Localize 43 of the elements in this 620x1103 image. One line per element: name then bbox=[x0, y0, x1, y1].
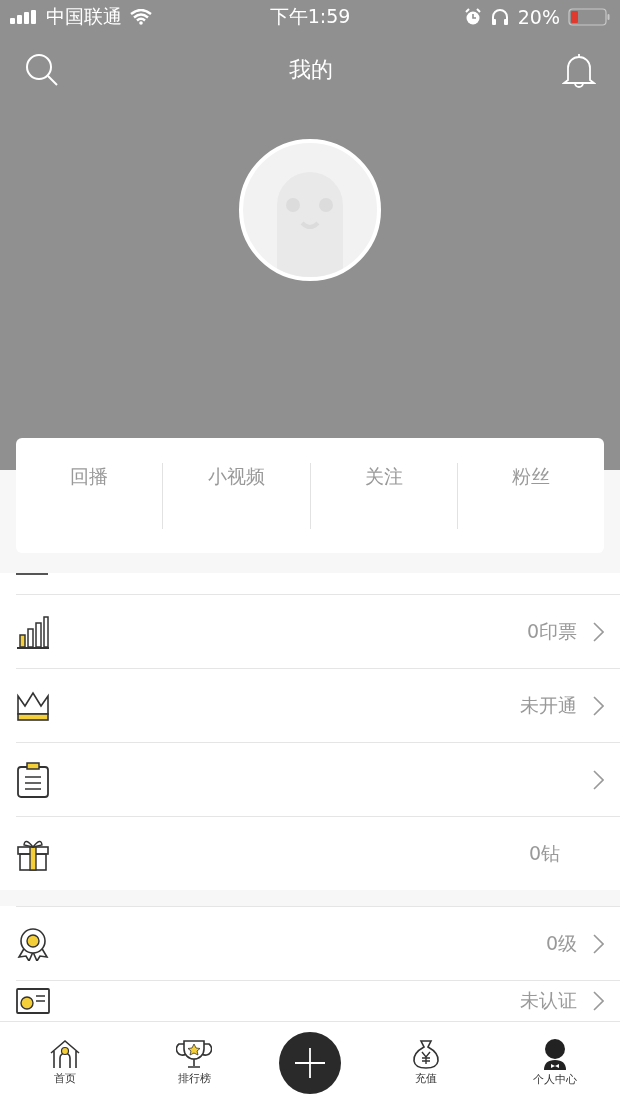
medal-icon bbox=[16, 926, 50, 961]
trophy-icon bbox=[176, 1039, 213, 1069]
search-icon[interactable] bbox=[24, 52, 60, 88]
tab-item[interactable]: 排行榜 bbox=[149, 1039, 240, 1086]
tab-item[interactable]: 个人中心 bbox=[510, 1038, 601, 1087]
bar-chart-icon bbox=[16, 614, 50, 649]
plus-icon bbox=[295, 1047, 325, 1078]
menu-row[interactable]: 0印票 bbox=[16, 594, 620, 668]
wifi-icon bbox=[130, 9, 152, 25]
menu-row[interactable]: 0级 bbox=[16, 906, 620, 980]
crown-icon bbox=[16, 689, 50, 722]
stat-tab[interactable]: 粉丝 bbox=[457, 464, 604, 490]
menu-value: 未认证 bbox=[520, 987, 577, 1013]
money-bag-icon bbox=[410, 1039, 441, 1069]
stat-tab[interactable]: 小视频 bbox=[163, 464, 310, 490]
status-time: 下午1:59 bbox=[269, 4, 351, 29]
chevron-icon bbox=[593, 990, 604, 1011]
page-title: 我的 bbox=[289, 56, 333, 84]
signal-icon bbox=[10, 10, 38, 24]
house-icon bbox=[48, 1039, 81, 1069]
clipboard-icon bbox=[16, 761, 50, 798]
carrier-name: 中国联通 bbox=[46, 4, 122, 29]
menu-row[interactable]: 未开通 bbox=[16, 668, 620, 742]
stat-tab[interactable]: 关注 bbox=[310, 464, 457, 490]
tab-item[interactable]: 充值 bbox=[380, 1039, 471, 1086]
menu-value: 未开通 bbox=[520, 692, 577, 718]
alarm-icon bbox=[463, 8, 482, 26]
menu-row[interactable]: 未认证 bbox=[16, 980, 620, 1020]
tab-item[interactable]: 首页 bbox=[19, 1039, 110, 1086]
headphones-icon bbox=[489, 8, 510, 26]
chevron-icon bbox=[593, 769, 604, 790]
bell-icon[interactable] bbox=[562, 52, 596, 88]
id-card-icon bbox=[16, 987, 50, 1014]
battery-icon bbox=[568, 8, 610, 26]
menu-value: 0级 bbox=[545, 930, 577, 956]
avatar-placeholder[interactable] bbox=[239, 139, 381, 281]
menu-value: 0印票 bbox=[526, 618, 577, 644]
chevron-icon bbox=[593, 621, 604, 642]
chevron-icon bbox=[593, 695, 604, 716]
chevron-icon bbox=[593, 933, 604, 954]
battery-percent: 20% bbox=[517, 6, 560, 28]
stat-tab[interactable]: 回播 bbox=[16, 464, 163, 490]
menu-value: 0钻 bbox=[528, 840, 560, 866]
